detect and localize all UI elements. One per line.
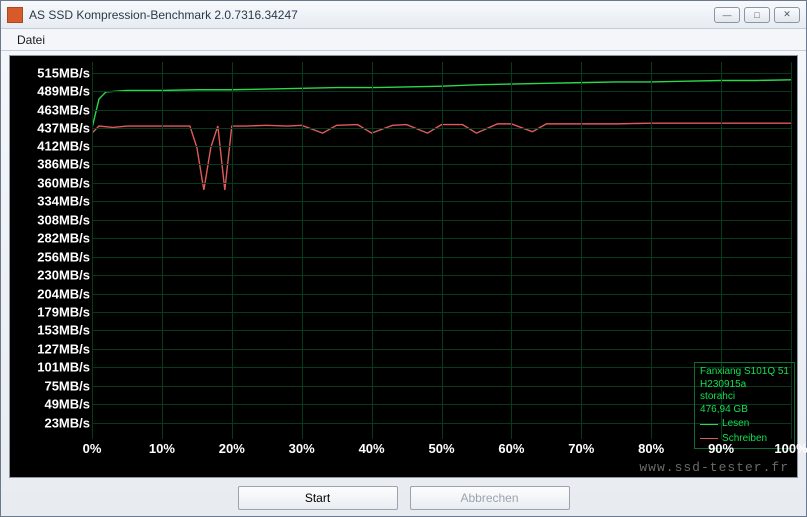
titlebar[interactable]: AS SSD Kompression-Benchmark 2.0.7316.34…	[1, 1, 806, 29]
app-window: AS SSD Kompression-Benchmark 2.0.7316.34…	[0, 0, 807, 517]
y-tick-label: 127MB/s	[37, 341, 90, 356]
y-tick-label: 489MB/s	[37, 84, 90, 99]
y-tick-label: 282MB/s	[37, 231, 90, 246]
x-tick-label: 30%	[289, 441, 315, 456]
legend-read-row: Lesen	[700, 418, 789, 431]
window-buttons: — □ ✕	[714, 7, 800, 23]
y-tick-label: 153MB/s	[37, 323, 90, 338]
watermark: www.ssd-tester.fr	[639, 460, 789, 475]
y-tick-label: 463MB/s	[37, 102, 90, 117]
y-tick-label: 23MB/s	[44, 415, 90, 430]
x-tick-label: 100%	[774, 441, 807, 456]
chart-panel: Fanxiang S101Q 51 H230915a storahci 476,…	[9, 55, 798, 478]
legend-fw: H230915a	[700, 379, 789, 392]
y-tick-label: 360MB/s	[37, 175, 90, 190]
x-tick-label: 20%	[219, 441, 245, 456]
gridline-v	[162, 62, 163, 439]
x-tick-label: 70%	[568, 441, 594, 456]
y-tick-label: 515MB/s	[37, 65, 90, 80]
legend-read-swatch	[700, 424, 718, 425]
legend: Fanxiang S101Q 51 H230915a storahci 476,…	[694, 362, 795, 449]
x-tick-label: 40%	[359, 441, 385, 456]
x-tick-label: 10%	[149, 441, 175, 456]
legend-device: Fanxiang S101Q 51	[700, 366, 789, 379]
y-tick-label: 75MB/s	[44, 378, 90, 393]
y-tick-label: 101MB/s	[37, 360, 90, 375]
x-tick-label: 80%	[638, 441, 664, 456]
x-tick-label: 50%	[428, 441, 454, 456]
gridline-v	[302, 62, 303, 439]
gridline-v	[442, 62, 443, 439]
gridline-v	[511, 62, 512, 439]
y-tick-label: 334MB/s	[37, 194, 90, 209]
menu-datei[interactable]: Datei	[11, 31, 51, 49]
close-button[interactable]: ✕	[774, 7, 800, 23]
chart: Fanxiang S101Q 51 H230915a storahci 476,…	[10, 56, 797, 477]
x-tick-label: 60%	[498, 441, 524, 456]
legend-size: 476,94 GB	[700, 404, 789, 417]
y-tick-label: 230MB/s	[37, 268, 90, 283]
gridline-v	[651, 62, 652, 439]
abort-button: Abbrechen	[410, 486, 570, 510]
y-tick-label: 437MB/s	[37, 121, 90, 136]
start-button[interactable]: Start	[238, 486, 398, 510]
gridline-v	[372, 62, 373, 439]
y-tick-label: 412MB/s	[37, 138, 90, 153]
maximize-button[interactable]: □	[744, 7, 770, 23]
y-tick-label: 179MB/s	[37, 304, 90, 319]
legend-read-label: Lesen	[722, 418, 749, 431]
y-tick-label: 204MB/s	[37, 286, 90, 301]
gridline-v	[92, 62, 93, 439]
x-tick-label: 90%	[708, 441, 734, 456]
y-tick-label: 256MB/s	[37, 249, 90, 264]
minimize-button[interactable]: —	[714, 7, 740, 23]
gridline-v	[581, 62, 582, 439]
plot-area	[92, 62, 791, 439]
x-tick-label: 0%	[83, 441, 102, 456]
window-title: AS SSD Kompression-Benchmark 2.0.7316.34…	[29, 8, 714, 22]
button-bar: Start Abbrechen	[1, 480, 806, 516]
legend-driver: storahci	[700, 391, 789, 404]
legend-write-swatch	[700, 438, 718, 439]
y-tick-label: 386MB/s	[37, 157, 90, 172]
y-tick-label: 308MB/s	[37, 212, 90, 227]
y-tick-label: 49MB/s	[44, 397, 90, 412]
gridline-v	[232, 62, 233, 439]
app-icon	[7, 7, 23, 23]
menubar: Datei	[1, 29, 806, 51]
